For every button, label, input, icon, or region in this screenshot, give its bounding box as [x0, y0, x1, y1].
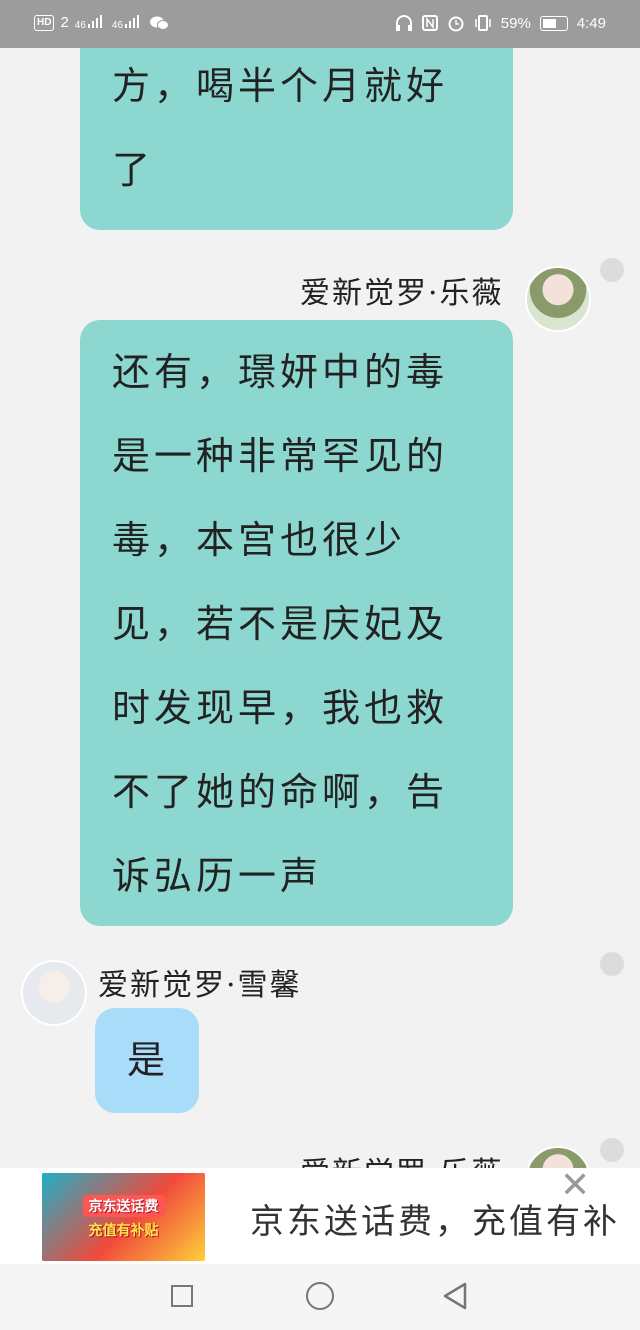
network-type-1: 46 — [74, 20, 86, 31]
chat-list[interactable]: 方，喝半个月就好了 爱新觉罗·乐薇 还有，璟妍中的毒是一种非常罕见的毒，本宫也很… — [0, 48, 640, 1168]
headphones-icon — [395, 15, 412, 31]
back-icon[interactable] — [441, 1281, 469, 1311]
message-text: 方，喝半个月就好了 — [112, 64, 449, 192]
vibrate-icon — [475, 15, 491, 31]
message-bubble[interactable]: 方，喝半个月就好了 — [80, 48, 513, 230]
sender-name: 爱新觉罗·乐薇 — [300, 1148, 504, 1168]
clock: 4:49 — [576, 14, 606, 32]
battery-icon — [539, 15, 568, 31]
message-bubble[interactable]: 还有，璟妍中的毒是一种非常罕见的毒，本宫也很少见，若不是庆妃及时发现早，我也救不… — [80, 320, 513, 926]
message-status-dot — [600, 952, 624, 976]
navigation-bar — [0, 1264, 640, 1330]
sender-avatar[interactable] — [525, 266, 591, 332]
signal-icon-2: 46 — [112, 14, 143, 31]
network-type-2: 46 — [111, 20, 124, 31]
message-text: 还有，璟妍中的毒是一种非常罕见的毒，本宫也很少见，若不是庆妃及时发现早，我也救不… — [112, 350, 449, 898]
battery-percent: 59% — [500, 14, 531, 32]
sim-slot-label: 2 — [60, 14, 69, 31]
recent-apps-icon[interactable] — [171, 1285, 193, 1307]
home-icon[interactable] — [306, 1282, 334, 1310]
close-icon[interactable]: ✕ — [560, 1168, 590, 1204]
ad-image[interactable]: 京东送话费 充值有补贴 — [42, 1173, 205, 1261]
wechat-icon — [150, 16, 170, 30]
hd-icon: HD — [34, 14, 55, 31]
message-status-dot — [600, 258, 624, 282]
ad-banner[interactable]: 京东送话费 充值有补贴 京东送话费，充值有补贴 ✕ — [0, 1168, 640, 1264]
battery-fill — [542, 18, 556, 28]
sender-name: 爱新觉罗·乐薇 — [300, 276, 504, 311]
alarm-icon — [448, 16, 464, 32]
message-status-dot — [600, 1138, 624, 1162]
sender-avatar[interactable] — [21, 960, 87, 1026]
signal-bars-2 — [125, 15, 140, 28]
signal-bars-1 — [87, 15, 102, 28]
status-bar: HD 2 46 46 59% 4:49 — [0, 0, 640, 48]
ad-image-title: 京东送话费 — [82, 1194, 165, 1217]
nfc-icon — [421, 15, 438, 31]
ad-image-subtitle: 充值有补贴 — [88, 1222, 159, 1239]
message-bubble[interactable]: 是 — [95, 1008, 199, 1113]
sender-name: 爱新觉罗·雪馨 — [98, 968, 302, 1003]
message-text: 是 — [127, 1038, 170, 1082]
signal-icon-1: 46 — [75, 14, 106, 31]
